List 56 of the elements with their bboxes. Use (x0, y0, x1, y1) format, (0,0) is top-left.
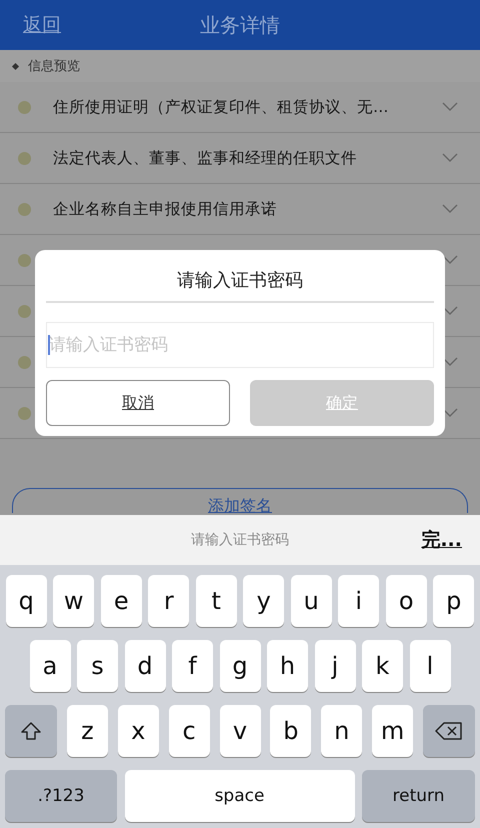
page-title: 业务详情 (199, 12, 281, 38)
letter-key[interactable]: c (168, 705, 210, 757)
text-cursor (48, 335, 50, 355)
letter-key[interactable]: v (220, 705, 260, 757)
letter-key[interactable]: e (100, 575, 142, 627)
back-link[interactable]: 返回 (23, 12, 61, 38)
space-key[interactable]: space (124, 770, 354, 822)
status-dot (18, 152, 31, 164)
return-key[interactable]: return (362, 770, 475, 822)
letter-key[interactable]: m (372, 705, 414, 757)
status-dot (18, 100, 31, 114)
letter-key[interactable]: u (290, 575, 332, 627)
letter-key[interactable]: b (270, 705, 312, 757)
status-dot (18, 304, 31, 318)
status-dot (18, 356, 31, 368)
letter-key[interactable]: i (338, 575, 380, 627)
letter-key[interactable]: x (118, 705, 159, 757)
cancel-button[interactable]: 取消 (46, 380, 230, 426)
letter-key[interactable]: l (410, 640, 450, 692)
letter-key[interactable]: z (66, 705, 108, 757)
item-title: 企业名称自主申报使用信用承诺 (53, 198, 278, 220)
item-title: 法定代表人、董事、监事和经理的任职文件 (53, 148, 358, 168)
dialog-title: 请输入证书密码 (176, 269, 304, 292)
letter-key[interactable]: o (386, 575, 427, 627)
toolbar-hint: 请输入证书密码 (191, 531, 289, 549)
letter-key[interactable]: f (172, 640, 213, 692)
status-dot (18, 254, 31, 266)
chevron-icon[interactable] (442, 408, 458, 418)
letter-key[interactable]: a (30, 640, 70, 692)
letter-key[interactable]: p (433, 575, 474, 627)
delete-key[interactable] (423, 705, 475, 757)
letter-key[interactable]: r (148, 575, 190, 627)
status-dot (18, 202, 31, 216)
letter-key[interactable]: d (124, 640, 166, 692)
section-label: 信息预览 (28, 58, 80, 75)
done-button[interactable]: 完... (421, 527, 462, 553)
letter-key[interactable]: j (314, 640, 356, 692)
letter-key[interactable]: y (243, 575, 284, 627)
letter-key[interactable]: g (220, 640, 260, 692)
letter-key[interactable]: w (53, 575, 94, 627)
chevron-icon[interactable] (442, 357, 458, 367)
shift-key[interactable] (5, 705, 57, 757)
backspace-icon (435, 721, 463, 741)
shift-icon (20, 720, 42, 742)
letter-key[interactable]: t (196, 575, 237, 627)
letter-key[interactable]: h (267, 640, 308, 692)
status-dot (18, 406, 31, 420)
letter-key[interactable]: q (6, 575, 47, 627)
password-field[interactable]: 请输入证书密码 (46, 322, 434, 368)
letter-key[interactable]: k (362, 640, 403, 692)
letter-key[interactable]: s (77, 640, 118, 692)
chevron-icon[interactable] (442, 255, 458, 265)
chevron-icon[interactable] (442, 306, 458, 316)
item-title: 住所使用证明（产权证复印件、租赁协议、无… (53, 96, 390, 118)
numbers-key[interactable]: .?123 (5, 770, 117, 822)
letter-key[interactable]: n (321, 705, 362, 757)
